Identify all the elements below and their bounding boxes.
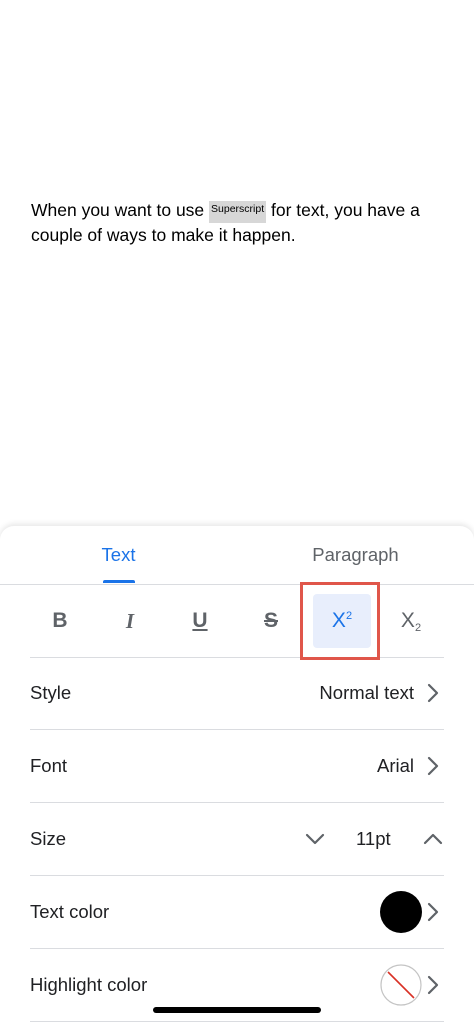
superscript-mark: 2	[345, 610, 353, 622]
style-value: Normal text	[319, 682, 414, 703]
superscript-base: X	[331, 609, 346, 632]
subscript-button[interactable]: X2	[381, 585, 441, 657]
screen: When you want to use Superscript for tex…	[0, 0, 474, 1024]
document-canvas[interactable]: When you want to use Superscript for tex…	[0, 0, 474, 526]
highlight-color-label: Highlight color	[30, 974, 148, 995]
font-row[interactable]: Font Arial	[30, 730, 444, 803]
no-color-swatch-icon[interactable]	[380, 964, 422, 1006]
size-row: Size 11pt	[30, 803, 444, 876]
font-value: Arial	[376, 755, 414, 776]
doc-text-before: When you want to use	[31, 200, 210, 220]
home-indicator[interactable]	[153, 1007, 321, 1013]
format-toolbar: B I U S X2 X2	[30, 585, 444, 658]
format-panel: Text Paragraph B I U S X2 X2 Style Norma…	[0, 526, 474, 1024]
text-color-swatch[interactable]	[380, 891, 422, 933]
superscript-icon: X2	[332, 609, 352, 633]
subscript-icon: X2	[400, 609, 422, 634]
strikethrough-button[interactable]: S	[241, 585, 301, 657]
subscript-base: X	[400, 609, 415, 632]
size-label: Size	[30, 828, 66, 849]
format-tabs: Text Paragraph	[0, 526, 474, 585]
chevron-up-icon[interactable]	[422, 827, 444, 851]
active-tab-indicator	[103, 580, 135, 583]
document-paragraph[interactable]: When you want to use Superscript for tex…	[31, 198, 451, 248]
chevron-right-icon[interactable]	[422, 681, 444, 705]
tab-text[interactable]: Text	[0, 526, 237, 584]
style-label: Style	[30, 682, 72, 703]
bold-button[interactable]: B	[30, 585, 90, 657]
superscript-button[interactable]: X2	[313, 594, 371, 648]
underline-button[interactable]: U	[170, 585, 230, 657]
size-value: 11pt	[356, 828, 391, 849]
style-row[interactable]: Style Normal text	[30, 657, 444, 730]
subscript-mark: 2	[414, 622, 422, 634]
tab-paragraph[interactable]: Paragraph	[237, 526, 474, 584]
chevron-down-icon[interactable]	[304, 827, 326, 851]
font-label: Font	[30, 755, 68, 776]
superscript-word[interactable]: Superscript	[209, 201, 267, 223]
text-color-label: Text color	[30, 901, 110, 922]
chevron-right-icon[interactable]	[422, 973, 444, 997]
text-color-row[interactable]: Text color	[30, 876, 444, 949]
chevron-right-icon[interactable]	[422, 754, 444, 778]
chevron-right-icon[interactable]	[422, 900, 444, 924]
italic-button[interactable]: I	[100, 585, 160, 657]
